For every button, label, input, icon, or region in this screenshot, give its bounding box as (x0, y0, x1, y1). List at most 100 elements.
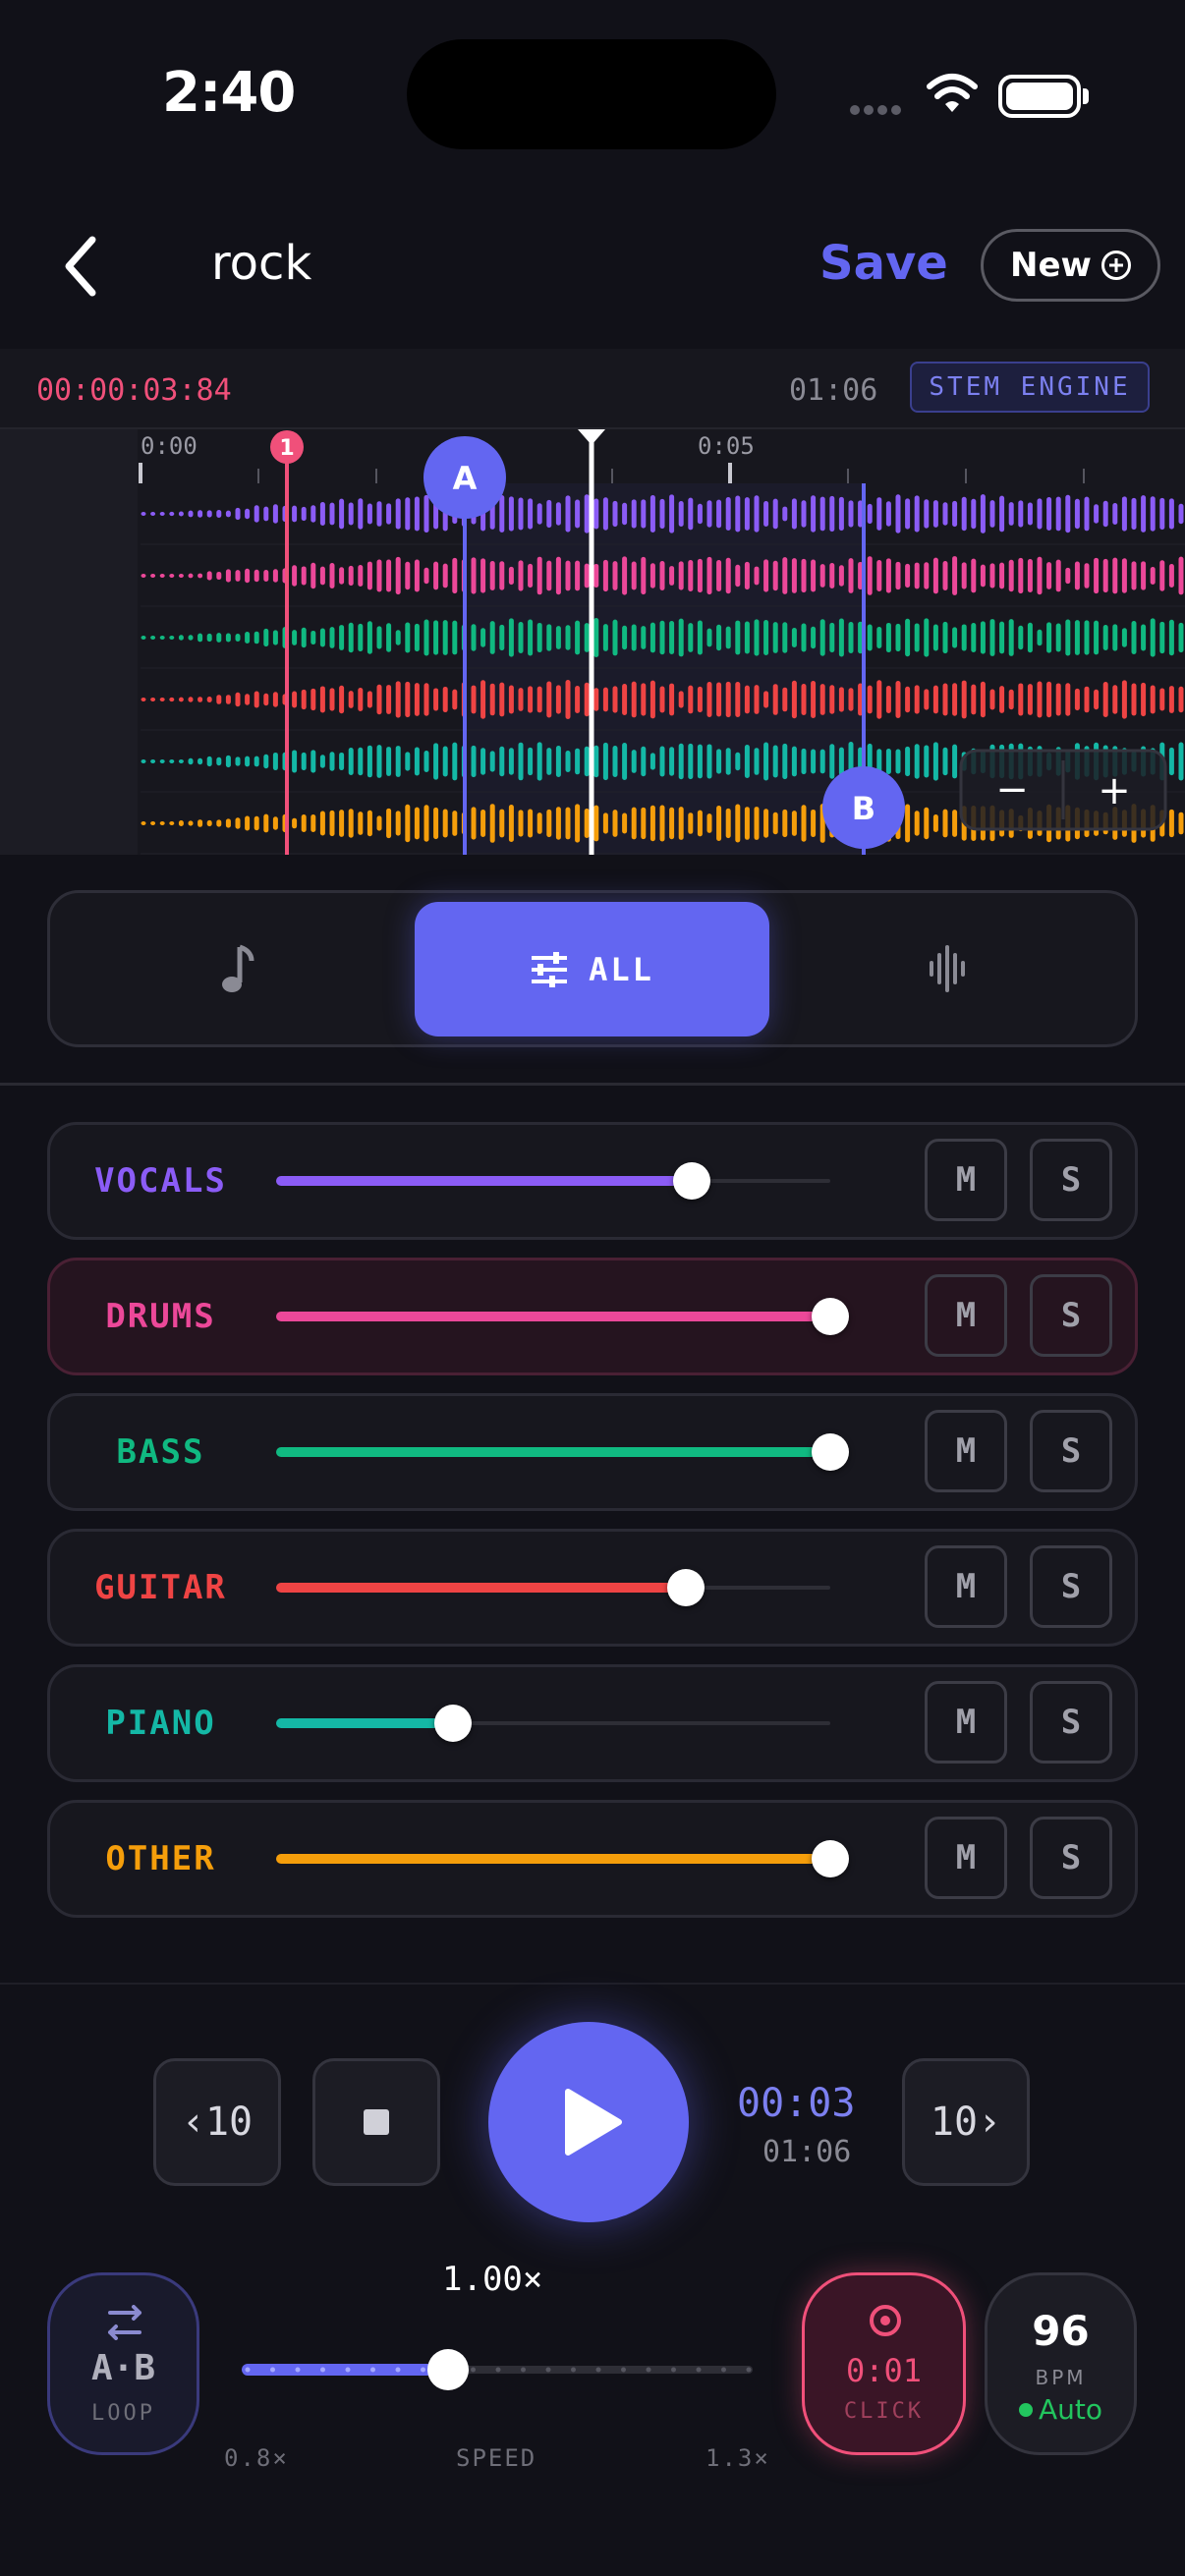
waveform-bar (1018, 557, 1024, 594)
solo-button[interactable]: S (1030, 1274, 1112, 1357)
waveform-icon[interactable] (928, 943, 967, 994)
waveform-bar (631, 624, 637, 651)
stem-name: GUITAR (94, 1568, 227, 1607)
waveform-bar (952, 810, 958, 837)
waveform-bar (914, 562, 920, 589)
volume-fill (276, 1854, 830, 1864)
waveform-bar (838, 747, 844, 776)
waveform-bar (272, 752, 278, 771)
volume-knob[interactable] (812, 1298, 849, 1335)
speed-label: SPEED (456, 2444, 537, 2472)
volume-knob[interactable] (812, 1433, 849, 1471)
waveform-bar (169, 759, 175, 763)
volume-knob[interactable] (673, 1162, 710, 1200)
volume-knob[interactable] (434, 1705, 473, 1742)
rewind-10-button[interactable]: ‹10 (153, 2058, 281, 2186)
waveform-bar (848, 500, 854, 528)
waveform-bar (141, 636, 146, 640)
volume-slider[interactable] (276, 1433, 849, 1471)
waveform-bar (1168, 809, 1174, 838)
zoom-out-button[interactable]: − (995, 767, 1029, 812)
waveform-bar (178, 511, 184, 517)
music-note-icon[interactable] (218, 941, 257, 996)
waveform-bar (895, 680, 901, 719)
save-button[interactable]: Save (819, 236, 948, 291)
volume-knob[interactable] (812, 1840, 849, 1877)
waveform-bar (1074, 620, 1080, 655)
volume-slider[interactable] (276, 1705, 830, 1742)
solo-button[interactable]: S (1030, 1545, 1112, 1628)
waveform-bar (763, 691, 769, 708)
waveform-bar (659, 686, 665, 713)
mute-button[interactable]: M (925, 1545, 1007, 1628)
waveform-bar (216, 695, 222, 704)
waveform-bar (480, 748, 486, 775)
waveform-bar (725, 557, 731, 594)
waveform-bar (678, 501, 684, 527)
waveform-bar (612, 746, 618, 777)
waveform-bar (141, 698, 146, 701)
waveform-bar (499, 624, 505, 651)
mode-all-tab[interactable]: ALL (415, 902, 769, 1036)
zoom-in-button[interactable]: + (1098, 768, 1131, 813)
solo-button[interactable]: S (1030, 1681, 1112, 1764)
repeat-icon (108, 2305, 141, 2340)
mute-button[interactable]: M (925, 1274, 1007, 1357)
volume-slider[interactable] (276, 1569, 830, 1606)
speed-knob[interactable] (427, 2349, 469, 2390)
solo-button[interactable]: S (1030, 1817, 1112, 1899)
volume-slider[interactable] (276, 1298, 849, 1335)
waveform-bar (593, 805, 599, 842)
back-chevron-icon[interactable] (59, 234, 108, 299)
mute-button[interactable]: M (925, 1410, 1007, 1492)
waveform-bar (932, 685, 938, 714)
waveform-bar (1018, 683, 1024, 716)
waveform-bar (1084, 563, 1090, 588)
waveform-bar (518, 742, 524, 781)
waveform-bar (206, 696, 212, 703)
play-button[interactable] (488, 2022, 689, 2222)
speed-slider[interactable] (236, 2338, 766, 2397)
waveform-bar (999, 562, 1005, 589)
waveform-bar (706, 556, 712, 595)
mute-button[interactable]: M (925, 1139, 1007, 1221)
waveform-bar (508, 748, 514, 775)
solo-button[interactable]: S (1030, 1139, 1112, 1221)
waveform-bar (159, 821, 165, 825)
status-time: 2:40 (162, 61, 296, 125)
ab-loop-button[interactable]: A·B LOOP (47, 2272, 199, 2455)
waveform-bar (971, 558, 977, 593)
volume-knob[interactable] (667, 1569, 705, 1606)
waveform-bar (1008, 619, 1014, 656)
waveform-bar (942, 502, 948, 526)
volume-slider[interactable] (276, 1840, 849, 1877)
new-button[interactable]: New (981, 229, 1160, 302)
mute-button[interactable]: M (925, 1817, 1007, 1899)
plus-circle-icon (1100, 251, 1131, 280)
waveform-bar (339, 752, 345, 771)
timeline-duration: 01:06 (789, 373, 878, 408)
click-button[interactable]: 0:01 CLICK (802, 2272, 966, 2455)
waveform-bar (819, 564, 825, 588)
stop-button[interactable] (312, 2058, 440, 2186)
waveform-bar (688, 497, 694, 531)
waveform-bar (198, 633, 203, 643)
click-label: CLICK (843, 2399, 925, 2424)
forward-10-button[interactable]: 10› (902, 2058, 1030, 2186)
waveform-bar (932, 813, 938, 833)
volume-slider[interactable] (276, 1162, 830, 1200)
waveform-tracks[interactable]: 1 A B − + (0, 429, 1185, 855)
waveform-bar (518, 622, 524, 653)
waveform-bar (423, 619, 429, 656)
waveform-bar (1027, 559, 1033, 592)
waveform-bar (150, 512, 156, 516)
waveform-bar (518, 560, 524, 591)
mute-button[interactable]: M (925, 1681, 1007, 1764)
waveform-bar (575, 620, 581, 655)
waveform-bar (452, 689, 458, 710)
waveform-bar (367, 621, 372, 654)
waveform-bar (489, 621, 495, 654)
solo-button[interactable]: S (1030, 1410, 1112, 1492)
waveform-bar (942, 809, 948, 838)
bpm-button[interactable]: 96 BPM Auto (985, 2272, 1137, 2455)
